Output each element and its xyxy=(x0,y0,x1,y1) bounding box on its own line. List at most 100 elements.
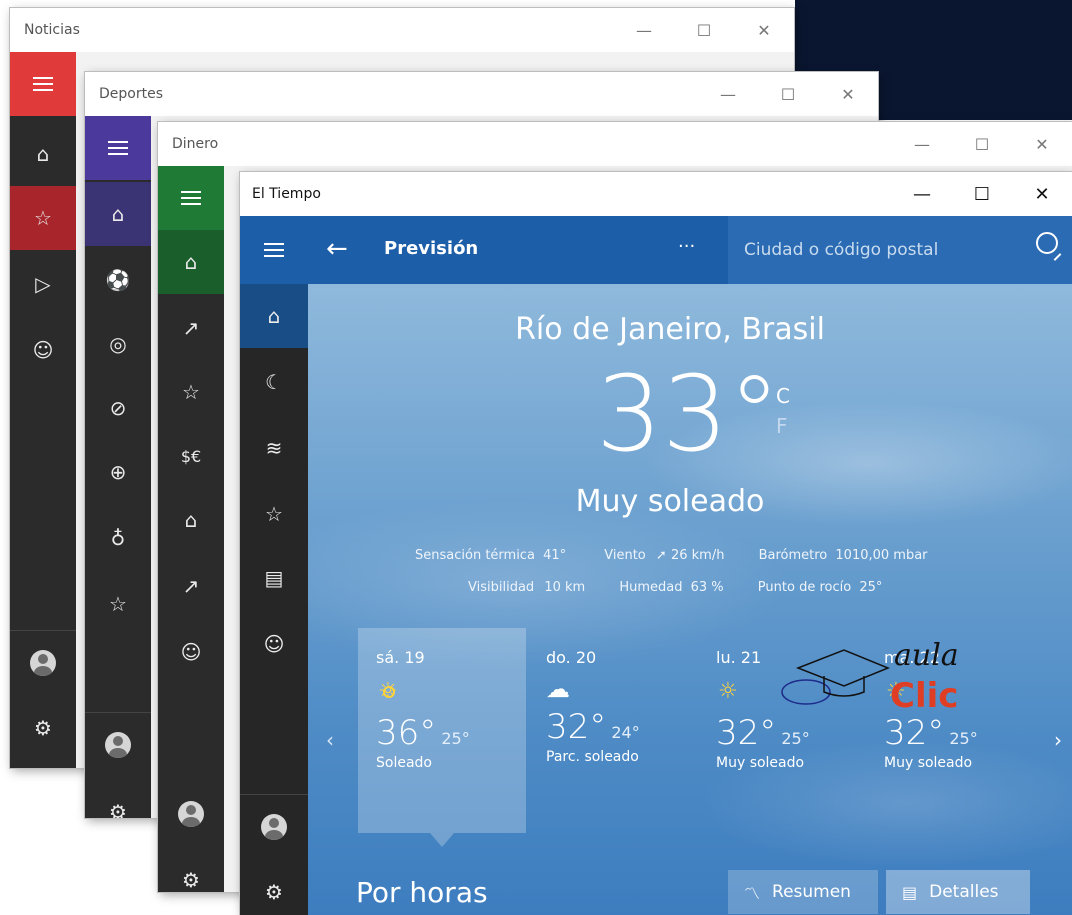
forecast-description: Parc. soleado xyxy=(546,749,639,765)
details-button-label: Detalles xyxy=(929,882,999,902)
details-button[interactable]: ▤ Detalles xyxy=(886,870,1030,914)
feedback-button[interactable]: ☺ xyxy=(240,612,308,676)
forecast-day-card[interactable]: sá. 19 ☼ 36° 25° Soleado xyxy=(358,628,526,833)
previous-day-arrow[interactable]: ‹ xyxy=(326,728,334,752)
account-button[interactable] xyxy=(10,630,76,695)
search-icon[interactable] xyxy=(1036,232,1058,254)
details-row-2: Visibilidad 10 km Humedad 63 % Punto de … xyxy=(468,580,1008,595)
back-arrow-icon[interactable]: ← xyxy=(326,234,348,264)
wind-label: Viento xyxy=(604,548,646,563)
settings-button[interactable]: ⚙ xyxy=(240,860,308,915)
smiley-icon: ☺ xyxy=(32,338,54,362)
retirement-button[interactable]: ↗ xyxy=(158,554,224,618)
tennis-ball-icon: ⊘ xyxy=(109,396,127,420)
currency-icon: $€ xyxy=(180,446,202,466)
search-icon-handle xyxy=(1053,253,1062,261)
watchlist-button[interactable]: ☆ xyxy=(158,360,224,424)
fahrenheit-toggle[interactable]: F xyxy=(776,414,788,438)
line-chart-icon: 〽 xyxy=(744,884,761,903)
minimize-button[interactable]: — xyxy=(698,72,758,116)
selected-day-pointer xyxy=(430,833,454,847)
current-temperature: 33° xyxy=(596,353,781,475)
next-day-arrow[interactable]: › xyxy=(1054,728,1062,752)
page-title: Previsión xyxy=(384,238,479,259)
avatar-icon xyxy=(30,650,56,676)
favorites-icon: ☆ xyxy=(182,380,200,404)
aulaclic-watermark: aula Clic xyxy=(778,638,978,720)
search-box[interactable]: Ciudad o código postal xyxy=(728,216,1072,284)
tiempo-titlebar: El Tiempo — ☐ ✕ xyxy=(240,172,1072,216)
partly-cloudy-icon: ☁ xyxy=(546,675,570,703)
maximize-button[interactable]: ☐ xyxy=(758,72,818,116)
forecast-day-label: do. 20 xyxy=(546,648,597,667)
home-button[interactable]: ⌂ xyxy=(158,230,224,294)
hamburger-menu-button[interactable] xyxy=(240,216,308,284)
gear-icon: ⚙ xyxy=(265,880,283,904)
settings-button[interactable]: ⚙ xyxy=(158,848,224,892)
radar-icon: ☾ xyxy=(265,370,283,394)
video-button[interactable]: ▷ xyxy=(10,252,76,316)
settings-button[interactable]: ⚙ xyxy=(10,696,76,760)
feedback-button[interactable]: ☺ xyxy=(10,318,76,382)
graduation-cap-icon xyxy=(781,649,890,705)
maximize-button[interactable]: ☐ xyxy=(952,172,1012,216)
forecast-high: 32° xyxy=(546,707,607,747)
hamburger-menu-button[interactable] xyxy=(85,116,151,180)
account-button[interactable] xyxy=(158,782,224,846)
avatar-icon xyxy=(261,814,287,840)
forecast-low: 25° xyxy=(949,729,978,748)
news-button[interactable]: ▤ xyxy=(240,546,308,610)
currencies-button[interactable]: $€ xyxy=(158,424,224,488)
markets-button[interactable]: ↗ xyxy=(158,296,224,360)
house-dollar-icon: ⌂ xyxy=(184,508,198,532)
favorites-button[interactable]: ☆ xyxy=(240,482,308,546)
account-button[interactable] xyxy=(85,712,151,777)
maximize-button[interactable]: ☐ xyxy=(952,122,1012,166)
home-button[interactable]: ⌂ xyxy=(10,122,76,186)
el-tiempo-window: El Tiempo — ☐ ✕ ⌂ ☾ ≋ ☆ ▤ ☺ ⚙ ← Previsió… xyxy=(240,172,1072,915)
wind-direction-icon: ➚ xyxy=(655,548,667,563)
hamburger-menu-button[interactable] xyxy=(10,52,76,116)
basketball-button[interactable]: ⊕ xyxy=(85,440,151,504)
motorsport-button[interactable]: ◎ xyxy=(85,312,151,376)
sun-icon: ☼ xyxy=(718,679,738,704)
minimize-button[interactable]: — xyxy=(892,122,952,166)
historical-weather-button[interactable]: ≋ xyxy=(240,416,308,480)
home-icon: ⌂ xyxy=(267,304,281,328)
favorites-button[interactable]: ☆ xyxy=(10,186,76,250)
mortgage-button[interactable]: ⌂ xyxy=(158,488,224,552)
close-button[interactable]: ✕ xyxy=(1012,172,1072,216)
minimize-button[interactable]: — xyxy=(614,8,674,52)
summary-button[interactable]: 〽 Resumen xyxy=(728,870,878,914)
favorites-icon: ☆ xyxy=(265,502,283,526)
account-button[interactable] xyxy=(240,794,308,859)
hamburger-menu-button[interactable] xyxy=(158,166,224,230)
celsius-toggle[interactable]: C xyxy=(776,384,790,408)
close-button[interactable]: ✕ xyxy=(734,8,794,52)
close-button[interactable]: ✕ xyxy=(818,72,878,116)
soccer-button[interactable]: ⚽ xyxy=(85,248,151,312)
tennis-button[interactable]: ⊘ xyxy=(85,376,151,440)
close-button[interactable]: ✕ xyxy=(1012,122,1072,166)
window-title: Noticias xyxy=(24,22,80,38)
news-icon: ▤ xyxy=(264,566,284,590)
forecast-high: 36° xyxy=(376,713,437,753)
forecast-day-card[interactable]: do. 20 ☁ 32° 24° Parc. soleado xyxy=(528,628,696,833)
feedback-button[interactable]: ☺ xyxy=(158,620,224,684)
search-input[interactable]: Ciudad o código postal xyxy=(744,240,938,260)
hamburger-icon xyxy=(264,243,284,257)
golf-button[interactable]: ♁ xyxy=(85,506,151,570)
wind-value: 26 km/h xyxy=(670,548,725,563)
home-button[interactable]: ⌂ xyxy=(85,182,151,246)
maps-button[interactable]: ☾ xyxy=(240,350,308,414)
settings-button[interactable]: ⚙ xyxy=(85,780,151,818)
dew-point-label: Punto de rocío xyxy=(757,580,852,595)
more-options-button[interactable]: ··· xyxy=(678,236,695,257)
minimize-button[interactable]: — xyxy=(892,172,952,216)
maximize-button[interactable]: ☐ xyxy=(674,8,734,52)
dinero-nav-rail: ⌂ ↗ ☆ $€ ⌂ ↗ ☺ ⚙ xyxy=(158,166,224,892)
forecast-button[interactable]: ⌂ xyxy=(240,284,308,348)
summary-button-label: Resumen xyxy=(772,882,851,902)
favorites-button[interactable]: ☆ xyxy=(85,572,151,636)
watermark-aula: aula xyxy=(894,638,959,673)
